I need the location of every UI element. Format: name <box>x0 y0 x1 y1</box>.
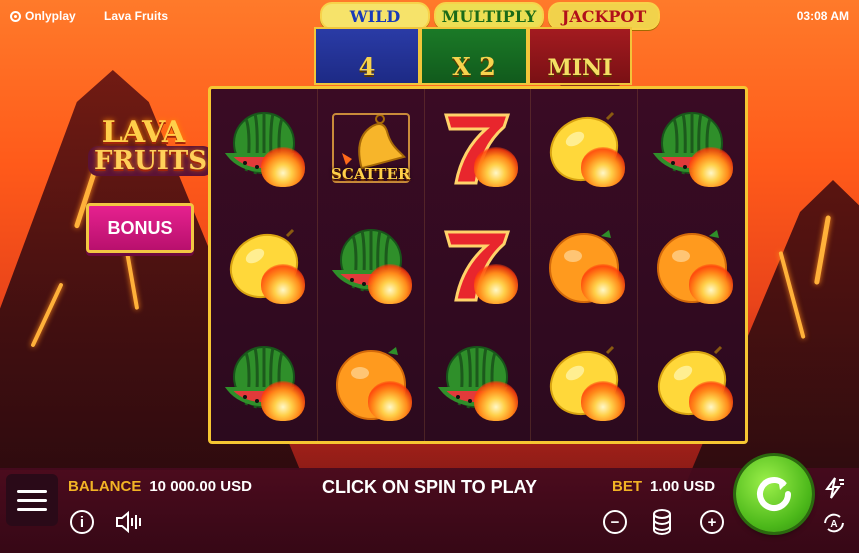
scatter-label: SCATTER <box>331 164 411 183</box>
lemon-symbol <box>221 222 307 308</box>
flame-effect <box>688 263 733 304</box>
info-icon[interactable]: i <box>70 510 94 534</box>
wild-value: 4 <box>358 52 376 81</box>
bet-display: BET 1.00 USD <box>612 478 715 495</box>
flame-effect <box>260 263 305 304</box>
reel-cell <box>425 206 532 324</box>
orange-symbol <box>328 339 414 425</box>
lemon-symbol <box>541 105 627 191</box>
bottom-bar: BALANCE 10 000.00 USD CLICK ON SPIN TO P… <box>0 468 859 553</box>
reel-cell <box>425 89 532 207</box>
reel-cell <box>211 206 318 324</box>
game-title: Lava Fruits <box>104 9 169 23</box>
flame-effect <box>581 146 626 187</box>
increase-bet-button[interactable]: + <box>700 510 724 534</box>
feature-panels: 4 X 2 MINI <box>314 27 632 85</box>
wild-panel: 4 <box>314 27 420 85</box>
flame-effect <box>367 381 412 422</box>
flame-effect <box>688 381 733 422</box>
reel-cell <box>318 206 425 324</box>
orange-symbol <box>541 222 627 308</box>
balance-display: BALANCE 10 000.00 USD <box>68 478 252 495</box>
jackpot-tab: JACKPOT <box>548 2 660 30</box>
decrease-bet-button[interactable]: − <box>603 510 627 534</box>
flame-effect <box>474 146 519 187</box>
brand-name: Onlyplay <box>25 9 76 23</box>
watermelon-symbol <box>649 105 735 191</box>
game-logo: LAVA FRUITS <box>88 115 214 176</box>
wild-tab: WILD <box>320 2 430 30</box>
reel-cell <box>638 324 745 441</box>
logo-line-2: FRUITS <box>88 146 214 176</box>
watermelon-symbol <box>328 222 414 308</box>
multiply-tab: MULTIPLY <box>434 2 544 30</box>
spin-button[interactable] <box>736 456 812 532</box>
bonus-button[interactable]: BONUS <box>86 203 194 253</box>
svg-text:A: A <box>830 519 837 530</box>
reel-cell <box>531 206 639 324</box>
multiply-panel: X 2 <box>420 27 528 85</box>
status-message: CLICK ON SPIN TO PLAY <box>322 477 538 497</box>
coins-icon[interactable] <box>651 507 673 537</box>
turbo-icon[interactable] <box>822 476 846 500</box>
reel-cell: SCATTER <box>318 89 425 207</box>
logo-line-1: LAVA <box>101 115 185 150</box>
spin-icon <box>757 477 791 511</box>
flame-effect <box>688 146 733 187</box>
seven-symbol <box>434 222 520 308</box>
menu-button[interactable] <box>6 474 58 526</box>
autoplay-icon[interactable]: A <box>821 510 847 536</box>
bet-label: BET <box>612 478 642 495</box>
reel-cell <box>638 206 745 323</box>
reel-cell <box>425 323 532 441</box>
reel-cell <box>318 323 425 441</box>
reel-cell <box>211 323 318 441</box>
lemon-symbol <box>541 339 627 425</box>
flame-effect <box>474 263 519 304</box>
orange-symbol <box>649 222 735 308</box>
multiply-value: X 2 <box>452 52 496 81</box>
watermelon-symbol <box>434 339 520 425</box>
reel-cell <box>638 89 745 206</box>
balance-label: BALANCE <box>68 478 142 495</box>
seven-symbol <box>434 105 520 191</box>
clock: 03:08 AM <box>796 9 849 23</box>
reel-grid: SCATTER <box>208 86 748 444</box>
sound-icon[interactable] <box>115 510 145 534</box>
lemon-symbol <box>649 339 735 425</box>
jackpot-value: MINI <box>547 55 613 81</box>
balance-value: 10 000.00 USD <box>149 478 252 495</box>
flame-effect <box>581 263 626 304</box>
watermelon-symbol <box>221 105 307 191</box>
flame-effect <box>474 381 519 422</box>
watermelon-symbol <box>221 339 307 425</box>
menu-icon <box>17 489 47 493</box>
flame-effect <box>260 146 305 187</box>
scatter-bell-symbol: SCATTER <box>328 105 414 191</box>
flame-effect <box>581 381 626 422</box>
jackpot-panel: MINI <box>528 27 632 85</box>
flame-effect <box>367 263 412 304</box>
onlyplay-logo-icon <box>10 10 21 22</box>
reel-cell <box>531 89 639 207</box>
feature-tabs: WILD MULTIPLY JACKPOT <box>320 2 660 30</box>
brand-logo: Onlyplay <box>10 9 76 23</box>
reel-cell <box>211 89 318 207</box>
bet-value: 1.00 USD <box>650 478 716 495</box>
flame-effect <box>260 381 305 422</box>
reel-cell <box>531 323 639 441</box>
